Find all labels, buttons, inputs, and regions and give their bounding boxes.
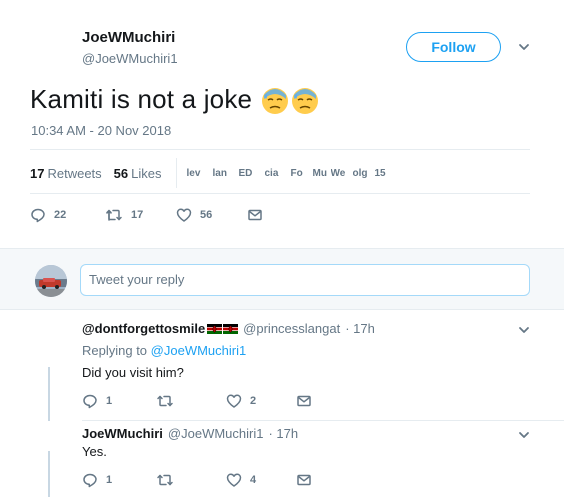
liker-avatar[interactable]: We (331, 168, 353, 179)
like-count: 4 (250, 474, 257, 486)
liker-avatar[interactable]: olg (353, 168, 375, 179)
avatar-image (35, 265, 67, 297)
retweet-icon (106, 209, 122, 221)
tweet-text-content: Kamiti is not a joke (30, 84, 253, 114)
envelope-icon (297, 395, 311, 407)
direct-message-action[interactable] (296, 393, 312, 409)
follow-button[interactable]: Follow (406, 32, 501, 62)
divider (82, 420, 564, 421)
reply-text: Did you visit him? (82, 365, 184, 380)
liker-avatar[interactable]: cia (265, 168, 291, 179)
replying-to: Replying to @JoeWMuchiri1 (82, 343, 246, 358)
reply-input[interactable]: Tweet your reply (80, 264, 530, 296)
downcast-face-with-sweat-icon (262, 87, 289, 114)
retweet-icon (157, 395, 173, 407)
liker-avatars: lev lan ED cia Fo Mu We olg 15 (187, 168, 395, 179)
reply-time[interactable]: · 17h (268, 426, 298, 441)
reply-action[interactable]: 22 (30, 207, 105, 223)
reply-icon (31, 208, 45, 223)
like-count: 56 (200, 209, 213, 221)
like-action[interactable]: 56 (176, 207, 247, 223)
liker-avatar[interactable]: lan (213, 168, 239, 179)
kenya-flag-icon (207, 323, 223, 334)
reply-author-name[interactable]: @dontforgettosmile (82, 321, 205, 336)
retweet-action[interactable] (156, 393, 226, 409)
likes-count[interactable]: 56 (114, 166, 128, 181)
retweet-action[interactable]: 17 (105, 207, 176, 223)
tweet-text: Kamiti is not a joke (30, 84, 320, 115)
thread-line (48, 451, 50, 497)
avatar[interactable] (35, 265, 67, 297)
reply-header: @dontforgettosmile @princesslangat · 17h (82, 321, 375, 336)
heart-icon (176, 208, 192, 222)
like-action[interactable]: 4 (226, 472, 296, 488)
replying-to-link[interactable]: @JoeWMuchiri1 (151, 343, 247, 358)
tweet-timestamp[interactable]: 10:34 AM - 20 Nov 2018 (31, 123, 171, 138)
downcast-face-with-sweat-icon (292, 87, 319, 114)
reply-count: 1 (106, 474, 113, 486)
reply-text: Yes. (82, 444, 107, 459)
retweet-action[interactable] (156, 472, 226, 488)
tweet-stats: 17 Retweets 56 Likes lev lan ED cia Fo M… (30, 158, 395, 188)
reply-count: 22 (54, 209, 67, 221)
like-count: 2 (250, 395, 257, 407)
tweet-actions: 22 17 56 (30, 206, 263, 224)
reply-actions: 1 2 (82, 393, 312, 409)
reply-count: 1 (106, 395, 113, 407)
reply-action[interactable]: 1 (82, 393, 156, 409)
envelope-icon (297, 474, 311, 486)
main-tweet: JoeWMuchiri @JoeWMuchiri1 Follow Kamiti … (0, 0, 564, 248)
author-handle[interactable]: @JoeWMuchiri1 (82, 51, 178, 66)
reply-actions: 1 4 (82, 472, 312, 488)
chevron-down-icon[interactable] (517, 428, 531, 442)
author-name[interactable]: JoeWMuchiri (82, 29, 175, 46)
reply-author-handle[interactable]: @princesslangat (243, 321, 340, 336)
replying-to-prefix: Replying to (82, 343, 148, 358)
direct-message-action[interactable] (247, 207, 263, 223)
reply-author-name[interactable]: JoeWMuchiri (82, 426, 163, 441)
reply-author-handle[interactable]: @JoeWMuchiri1 (168, 426, 264, 441)
liker-avatar[interactable]: Fo (291, 168, 313, 179)
chevron-down-icon[interactable] (517, 40, 531, 54)
reply-action[interactable]: 1 (82, 472, 156, 488)
reply-tweet[interactable]: JoeWMuchiri @JoeWMuchiri1 · 17h Yes. 1 4 (0, 421, 564, 497)
reply-header: JoeWMuchiri @JoeWMuchiri1 · 17h (82, 426, 298, 441)
envelope-icon (248, 209, 262, 221)
retweet-count: 17 (131, 209, 144, 221)
reply-icon (83, 394, 97, 409)
reply-tweet[interactable]: @dontforgettosmile @princesslangat · 17h… (0, 311, 564, 421)
liker-avatar[interactable]: Mu (313, 168, 331, 179)
liker-more-count[interactable]: 15 (375, 168, 395, 179)
chevron-down-icon[interactable] (517, 323, 531, 337)
reply-time[interactable]: · 17h (345, 321, 375, 336)
reply-icon (83, 473, 97, 488)
divider (30, 149, 530, 150)
heart-icon (226, 473, 242, 487)
kenya-flag-icon (223, 323, 239, 334)
liker-avatar[interactable]: lev (187, 168, 213, 179)
heart-icon (226, 394, 242, 408)
like-action[interactable]: 2 (226, 393, 296, 409)
direct-message-action[interactable] (296, 472, 312, 488)
divider (30, 193, 530, 194)
likes-label[interactable]: Likes (131, 166, 161, 181)
stats-separator (175, 158, 177, 188)
thread-line (48, 367, 50, 421)
liker-avatar[interactable]: ED (239, 168, 265, 179)
reply-composer: Tweet your reply (0, 248, 564, 310)
retweet-icon (157, 474, 173, 486)
retweets-label[interactable]: Retweets (47, 166, 101, 181)
retweets-count[interactable]: 17 (30, 166, 44, 181)
